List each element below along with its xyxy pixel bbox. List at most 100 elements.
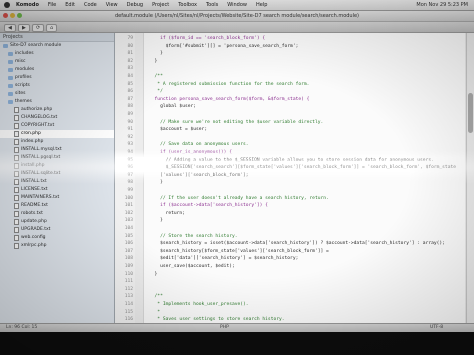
tree-item[interactable]: misc: [0, 58, 114, 66]
file-icon: [14, 123, 19, 129]
close-window-button[interactable]: [3, 13, 8, 18]
tree-item[interactable]: modules: [0, 66, 114, 74]
encoding-indicator[interactable]: UTF-8: [430, 324, 443, 332]
menu-tools[interactable]: Tools: [206, 2, 218, 8]
tree-item[interactable]: xmlrpc.php: [0, 242, 114, 250]
file-icon: [14, 147, 19, 153]
tree-item[interactable]: sites: [0, 90, 114, 98]
scrollbar-thumb[interactable]: [468, 93, 473, 133]
tree-item[interactable]: robots.txt: [0, 210, 114, 218]
tree-item[interactable]: Site-D7 search module: [0, 42, 114, 50]
tree-item[interactable]: authorize.php: [0, 106, 114, 114]
code-editor[interactable]: 79 if ($form_id == 'search_block_form') …: [115, 33, 465, 323]
file-icon: [14, 179, 19, 185]
tree-item-label: xmlrpc.php: [21, 243, 47, 248]
tree-item[interactable]: INSTALL.mysql.txt: [0, 146, 114, 154]
file-icon: [14, 139, 19, 145]
file-icon: [14, 131, 19, 137]
tree-item[interactable]: MAINTAINERS.txt: [0, 194, 114, 202]
tree-item[interactable]: web.config: [0, 234, 114, 242]
file-icon: [14, 203, 19, 209]
tree-item[interactable]: INSTALL.pgsql.txt: [0, 154, 114, 162]
tree-item[interactable]: COPYRIGHT.txt: [0, 122, 114, 130]
file-icon: [14, 163, 19, 169]
tree-item-label: profiles: [15, 75, 32, 80]
tree-item[interactable]: includes: [0, 50, 114, 58]
tree-item[interactable]: CHANGELOG.txt: [0, 114, 114, 122]
screen: Komodo File Edit Code View Debug Project…: [0, 0, 474, 355]
tree-item[interactable]: README.txt: [0, 202, 114, 210]
tree-item[interactable]: themes: [0, 98, 114, 106]
file-icon: [14, 187, 19, 193]
tree-item-label: themes: [15, 99, 32, 104]
language-indicator[interactable]: PHP: [220, 324, 229, 332]
tree-item[interactable]: install.php: [0, 162, 114, 170]
minimize-window-button[interactable]: [10, 13, 15, 18]
cursor-position: Ln: 96 Col: 15: [6, 325, 38, 330]
tree-item-label: web.config: [21, 235, 46, 240]
file-icon: [14, 211, 19, 217]
file-icon: [14, 235, 19, 241]
tree-item-label: includes: [15, 51, 34, 56]
line-number: 116: [124, 317, 133, 323]
menu-file[interactable]: File: [48, 2, 56, 8]
project-sidebar: Projects Site-D7 search module includes mi…: [0, 33, 115, 323]
menu-view[interactable]: View: [106, 2, 118, 8]
tree-item[interactable]: UPGRADE.txt: [0, 226, 114, 234]
file-icon: [14, 115, 19, 121]
menu-toolbox[interactable]: Toolbox: [178, 2, 197, 8]
tree-item-label: INSTALL.txt: [21, 179, 47, 184]
file-icon: [14, 195, 19, 201]
menu-help[interactable]: Help: [256, 2, 267, 8]
tree-item-label: install.php: [21, 163, 45, 168]
tree-item-label: LICENSE.txt: [21, 187, 48, 192]
tree-item[interactable]: profiles: [0, 74, 114, 82]
menu-project[interactable]: Project: [152, 2, 169, 8]
folder-icon: [8, 92, 13, 96]
tree-item[interactable]: LICENSE.txt: [0, 186, 114, 194]
menu-app-name[interactable]: Komodo: [16, 2, 39, 8]
sidebar-header: Projects: [0, 33, 114, 42]
menubar-clock: Mon Nov 29 5:23 PM: [416, 2, 468, 8]
back-button[interactable]: ◀: [4, 24, 16, 32]
menu-code[interactable]: Code: [84, 2, 97, 8]
tree-item[interactable]: index.php: [0, 138, 114, 146]
tree-item[interactable]: scripts: [0, 82, 114, 90]
file-icon: [14, 227, 19, 233]
tree-item[interactable]: INSTALL.sqlite.txt: [0, 170, 114, 178]
editor-scrollbar[interactable]: [466, 33, 474, 323]
menu-window[interactable]: Window: [227, 2, 247, 8]
tree-item-label: update.php: [21, 219, 47, 224]
folder-icon: [8, 84, 13, 88]
tree-item-label: INSTALL.pgsql.txt: [21, 155, 61, 160]
tree-item-label: MAINTAINERS.txt: [21, 195, 60, 200]
forward-button[interactable]: ▶: [18, 24, 30, 32]
video-letterbox: [0, 332, 474, 355]
tree-item[interactable]: INSTALL.txt: [0, 178, 114, 186]
toolbar: ◀ ▶ ⟳ ⌂: [0, 22, 474, 33]
tree-item-label: authorize.php: [21, 107, 53, 112]
menu-debug[interactable]: Debug: [127, 2, 143, 8]
tree-item-label: misc: [15, 59, 26, 64]
tree-item-label: INSTALL.mysql.txt: [21, 147, 62, 152]
tree-item-label: CHANGELOG.txt: [21, 115, 58, 120]
home-button[interactable]: ⌂: [46, 24, 58, 32]
tree-item[interactable]: cron.php: [0, 130, 114, 138]
menu-edit[interactable]: Edit: [65, 2, 75, 8]
folder-icon: [8, 100, 13, 104]
tree-item[interactable]: update.php: [0, 218, 114, 226]
code-line[interactable]: 116 * Saves user settings to store searc…: [115, 316, 465, 323]
file-icon: [14, 243, 19, 249]
window-title: default.module (/Users/nl/Sites/nl/Proje…: [114, 13, 360, 19]
file-icon: [14, 219, 19, 225]
apple-icon[interactable]: [4, 2, 10, 8]
file-icon: [14, 107, 19, 113]
code-text: * Saves user settings to store search hi…: [149, 317, 285, 323]
tree-item-label: cron.php: [21, 131, 41, 136]
file-icon: [14, 171, 19, 177]
zoom-window-button[interactable]: [17, 13, 22, 18]
file-tree: Site-D7 search module includes misc modules…: [0, 42, 114, 250]
reload-button[interactable]: ⟳: [32, 24, 45, 32]
tree-item-label: INSTALL.sqlite.txt: [21, 171, 61, 176]
tree-item-label: scripts: [15, 83, 30, 88]
